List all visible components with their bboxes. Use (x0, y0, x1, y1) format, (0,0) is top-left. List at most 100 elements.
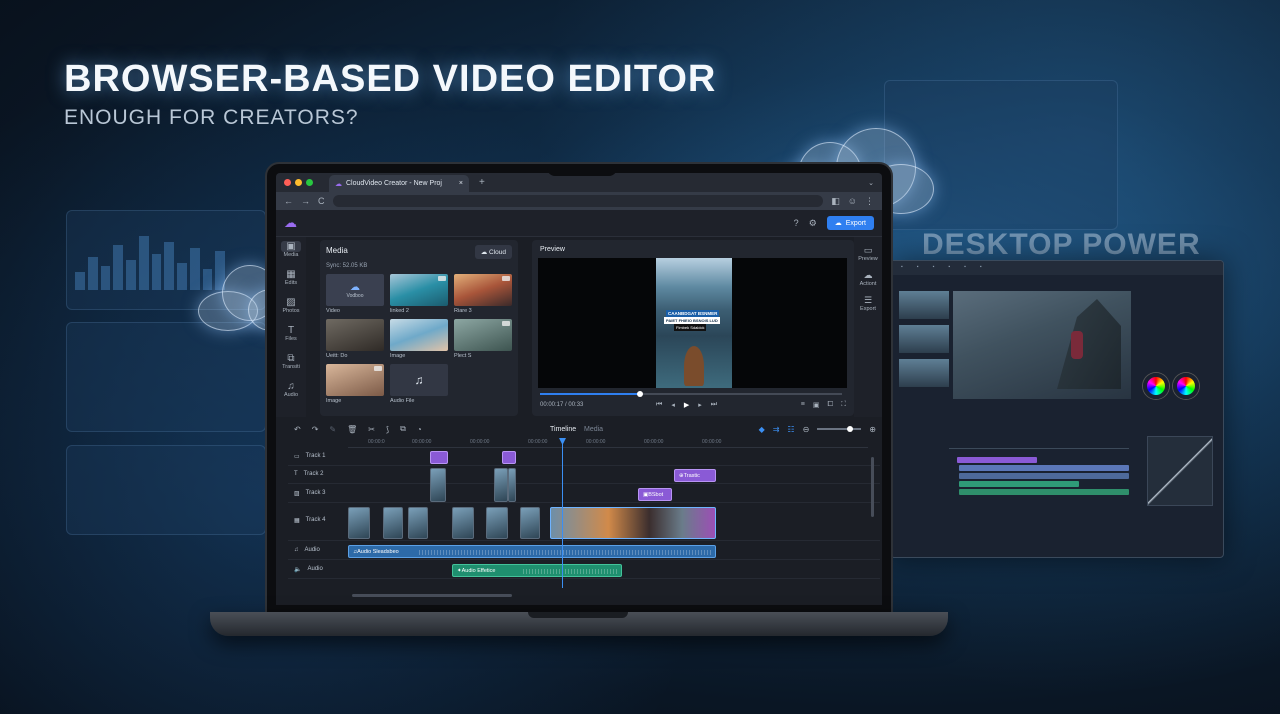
safe-area-icon[interactable]: ▣ (813, 401, 820, 409)
timeline-video-clip-selected[interactable] (550, 507, 716, 539)
timeline-video-clip[interactable] (520, 507, 540, 539)
speed-icon[interactable]: ◔ (417, 425, 422, 434)
timeline-horizontal-scrollbar[interactable] (352, 594, 512, 597)
audio-clip-2[interactable]: ✦ Audio Effetice (452, 564, 622, 577)
zoom-knob[interactable] (847, 426, 854, 432)
delete-icon[interactable]: 🗑 (347, 425, 357, 434)
scrubber-knob[interactable] (636, 391, 643, 397)
tab-menu-chevron-icon[interactable]: ⌄ (868, 179, 874, 187)
reload-button[interactable]: C (318, 196, 325, 206)
nav-audio[interactable]: ♫ Audio (276, 377, 306, 405)
url-field[interactable] (332, 195, 824, 207)
redo-icon[interactable]: ↷ (312, 425, 319, 434)
media-item[interactable]: Image (390, 319, 448, 359)
timeline-video-clip[interactable] (486, 507, 508, 539)
settings-icon[interactable]: ≡ (801, 401, 805, 409)
maximize-window-icon[interactable] (306, 179, 313, 186)
rnav-action[interactable]: ☁ Actiont (854, 270, 882, 287)
media-item[interactable]: Plect S (454, 319, 512, 359)
step-back-icon[interactable]: ◂ (671, 401, 675, 409)
speaker-icon: 🔈 (294, 567, 302, 573)
undo-icon[interactable]: ↶ (294, 425, 301, 434)
nav-photos[interactable]: ▨ Photos (276, 293, 306, 321)
new-tab-button[interactable]: + (479, 177, 485, 188)
music-note-icon: ♫ (294, 547, 299, 553)
forward-button[interactable]: → (301, 196, 310, 206)
minimize-window-icon[interactable] (295, 179, 302, 186)
timeline-video-clip[interactable] (383, 507, 403, 539)
zoom-slider[interactable] (817, 426, 862, 432)
timeline-clip-bsbot[interactable]: ▣ BSbot (638, 488, 672, 501)
zoom-in-icon[interactable]: ⊕ (869, 425, 876, 434)
pen-icon[interactable]: ✎ (329, 425, 336, 434)
fullscreen-icon[interactable]: ⛶ (841, 401, 846, 409)
settings-gear-icon[interactable]: ⚙ (809, 218, 817, 229)
timeline-video-clip[interactable] (452, 507, 474, 539)
captions-icon[interactable]: ☷ (787, 425, 794, 434)
rnav-export[interactable]: ☰ Export (854, 295, 882, 312)
track-row: ▭ Track 1 (288, 449, 880, 466)
cloud-icon: ☁ (480, 249, 490, 256)
back-button[interactable]: ← (284, 196, 293, 206)
timeline-clip-trastic[interactable]: ⊕ Trastic (674, 469, 716, 482)
timeline-vertical-scrollbar[interactable] (871, 457, 874, 517)
copy-icon[interactable]: ⧉ (400, 424, 406, 434)
play-icon[interactable]: ▶ (684, 401, 689, 409)
audio-row: 🔈 Audio ✦ Audio Effetice (288, 562, 880, 579)
subheadline: ENOUGH FOR CREATORS? (64, 106, 359, 129)
timeline-clip[interactable] (502, 451, 516, 464)
snap-icon[interactable]: ⇉ (773, 425, 780, 434)
audio-clip-1[interactable]: ♫ Audio Sleadsbeo (348, 545, 716, 558)
laptop-frame: ☁ CloudVideo Creator - New Proj × + ⌄ ← … (265, 162, 893, 614)
close-window-icon[interactable] (284, 179, 291, 186)
timeline-playhead[interactable] (562, 438, 563, 588)
desktop-curves-graph (1147, 436, 1213, 506)
laptop-base (210, 612, 948, 636)
cloud-button[interactable]: ☁ Cloud (474, 245, 512, 259)
split-icon[interactable]: ⟆ (386, 425, 389, 434)
crop-icon[interactable]: ⧠ (827, 401, 833, 409)
zoom-out-icon[interactable]: ⊖ (803, 425, 810, 434)
preview-title: Preview (540, 246, 565, 253)
export-button[interactable]: ☁ Export (826, 216, 874, 230)
nav-transitions[interactable]: ⧉ Transiti (276, 349, 306, 377)
help-icon[interactable]: ? (794, 218, 799, 228)
media-item[interactable]: ♫ Audio File (390, 364, 448, 404)
rnav-preview[interactable]: ▭ Preview (854, 245, 882, 262)
sidebar-toggle-icon[interactable]: ◧ (831, 196, 840, 207)
preview-caption-3: Fimbek Sdaldck (674, 324, 707, 331)
preview-viewport[interactable]: CAANBDGAT BSNMER PAIET FHIEIO BSNOIS LUD… (538, 258, 847, 388)
preview-icon: ▭ (863, 245, 873, 255)
skip-end-icon[interactable]: ⏭ (711, 401, 717, 409)
profile-icon[interactable]: ☺ (848, 196, 857, 206)
right-navigation: ▭ Preview ☁ Actiont ☰ Export (854, 237, 882, 417)
cut-icon[interactable]: ✂ (368, 425, 375, 434)
playback-controls: 00:00:17 / 00:33 ⏮ ◂ ▶ ▸ ⏭ ≡ ▣ ⧠ ⛶ (540, 401, 846, 409)
desktop-program-monitor (953, 291, 1131, 399)
step-forward-icon[interactable]: ▸ (698, 401, 702, 409)
timeline-media-tab[interactable]: Media (584, 426, 603, 433)
timeline-video-clip[interactable] (348, 507, 370, 539)
nav-files[interactable]: T Files (276, 321, 306, 349)
media-item[interactable]: linked 2 (390, 274, 448, 314)
media-item[interactable]: ☁ Vodboo Video (326, 274, 384, 314)
preview-scrubber[interactable] (540, 391, 842, 397)
desktop-editor-window: ▪ ▪ ▪ ▪ ▪ ▪ (890, 260, 1224, 558)
cloud-favicon-icon: ☁ (335, 180, 342, 188)
media-item[interactable]: Image (326, 364, 384, 404)
media-item[interactable]: Ueitt: Do (326, 319, 384, 359)
desktop-timeline (899, 451, 1137, 551)
media-item[interactable]: Riare 3 (454, 274, 512, 314)
timeline-tracks: ▭ Track 1 T Track 2 ⊕ Trastic ▨ Track 3 ▣ B… (288, 449, 880, 589)
skip-start-icon[interactable]: ⏮ (656, 401, 662, 409)
music-note-icon: ♫ (414, 373, 424, 387)
nav-media[interactable]: ▣ Media (276, 237, 306, 265)
magnet-icon[interactable]: ◆ (759, 425, 765, 434)
timeline-clip[interactable] (430, 451, 448, 464)
timeline-video-clip[interactable] (408, 507, 428, 539)
nav-edits[interactable]: ▦ Edits (276, 265, 306, 293)
close-tab-icon[interactable]: × (459, 180, 463, 187)
browser-tab[interactable]: ☁ CloudVideo Creator - New Proj × (329, 175, 469, 192)
browser-menu-icon[interactable]: ⋮ (865, 196, 874, 207)
timeline-title[interactable]: Timeline (550, 426, 576, 433)
